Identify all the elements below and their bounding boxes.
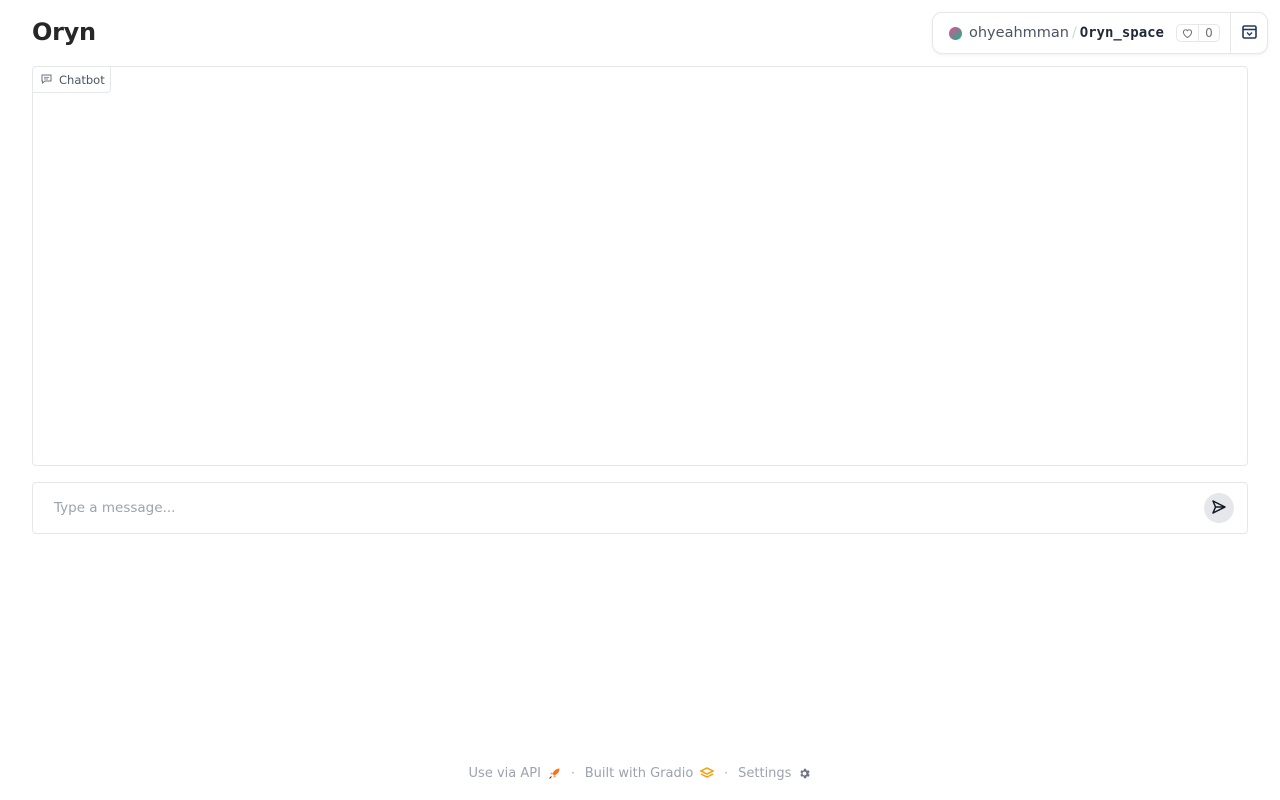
send-button[interactable]: [1204, 493, 1234, 523]
use-via-api-link[interactable]: Use via API: [469, 766, 561, 781]
like-count: 0: [1205, 26, 1213, 40]
chatbot-label: Chatbot: [33, 67, 111, 93]
built-with-gradio-link[interactable]: Built with Gradio: [585, 766, 715, 781]
gradio-logo-icon: [700, 767, 715, 779]
rocket-icon: [548, 767, 561, 780]
message-input[interactable]: [33, 483, 1204, 533]
page-title: Oryn: [32, 18, 96, 46]
like-button[interactable]: 0: [1175, 24, 1220, 42]
footer-separator: ·: [570, 766, 575, 780]
footer: Use via API · Built with Gradio · Settin…: [0, 762, 1280, 784]
space-info: ohyeahmman / Oryn_space 0: [933, 13, 1230, 53]
use-via-api-label: Use via API: [468, 765, 541, 781]
settings-link[interactable]: Settings: [738, 766, 811, 781]
collapse-header-button[interactable]: [1230, 13, 1267, 53]
space-header-badge: ohyeahmman / Oryn_space 0: [932, 12, 1268, 54]
space-name-link[interactable]: Oryn_space: [1080, 25, 1164, 41]
chatbot-panel[interactable]: Chatbot: [32, 66, 1248, 466]
send-arrow-icon: [1211, 499, 1227, 518]
gear-icon: [798, 767, 811, 780]
collapse-icon: [1241, 24, 1257, 43]
footer-separator: ·: [724, 766, 729, 780]
built-with-gradio-label: Built with Gradio: [584, 765, 694, 781]
path-separator: /: [1071, 25, 1077, 41]
message-input-row: [32, 482, 1248, 534]
heart-icon: [1177, 25, 1199, 41]
settings-label: Settings: [738, 765, 792, 781]
chat-bubble-icon: [41, 73, 59, 87]
chatbot-label-text: Chatbot: [59, 72, 105, 87]
owner-avatar: [949, 26, 962, 40]
space-owner-link[interactable]: ohyeahmman: [969, 25, 1069, 41]
